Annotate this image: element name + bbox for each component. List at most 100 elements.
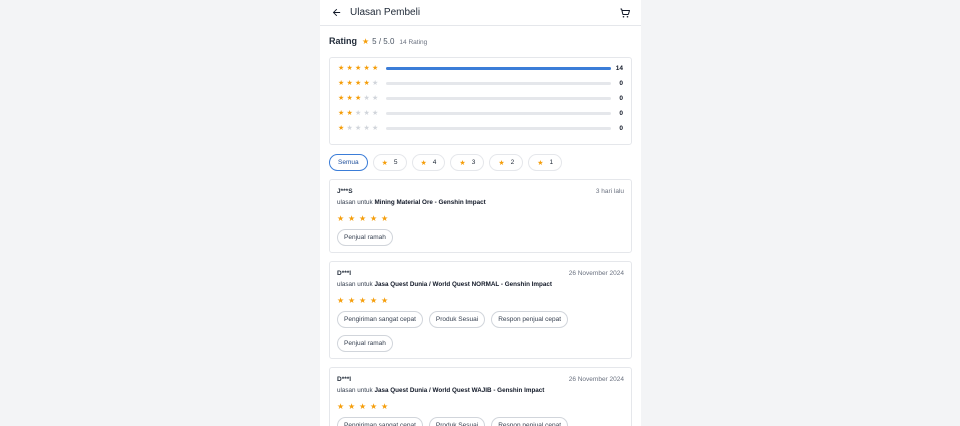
- star-icon: ★: [338, 109, 345, 117]
- filter-chip-label: 5: [393, 159, 398, 166]
- filter-chip-label: 4: [432, 159, 437, 166]
- star-icon: ★: [346, 79, 353, 87]
- review-product: ulasan untuk Jasa Quest Dunia / World Qu…: [337, 387, 624, 396]
- filter-chip-3-star[interactable]: ★ 3: [450, 154, 485, 171]
- star-icon: ★: [338, 64, 345, 72]
- review-tags: Pengiriman sangat cepat Produk Sesuai Resp…: [337, 417, 624, 426]
- star-icon: ★: [370, 296, 378, 305]
- review-tag: Respon penjual cepat: [491, 311, 569, 328]
- review-card: D***I 26 November 2024 ulasan untuk Jasa Q…: [329, 367, 632, 426]
- review-header: D***I 26 November 2024: [337, 268, 624, 278]
- review-page: Ulasan Pembeli Rating ★ 5 / 5.0 14 Ratin…: [320, 0, 641, 426]
- cart-icon[interactable]: [618, 6, 632, 20]
- star-icon: ★: [348, 402, 356, 411]
- distribution-count: 14: [615, 65, 623, 72]
- review-tag: Respon penjual cepat: [491, 417, 569, 426]
- review-product-name[interactable]: Jasa Quest Dunia / World Quest NORMAL - …: [374, 281, 552, 288]
- page-title: Ulasan Pembeli: [350, 7, 421, 18]
- review-tag: Produk Sesuai: [428, 311, 486, 328]
- review-stars: ★ ★ ★ ★ ★: [337, 296, 624, 305]
- star-rating: ★ ★ ★ ★ ★: [338, 65, 382, 73]
- star-icon: ★: [346, 124, 353, 132]
- star-icon: ★: [381, 402, 389, 411]
- star-icon: ★: [363, 124, 370, 132]
- distribution-bar: [386, 67, 611, 70]
- star-icon: ★: [346, 64, 353, 72]
- filter-chip-4-star[interactable]: ★ 4: [411, 154, 446, 171]
- filter-chip-label: 2: [510, 159, 515, 166]
- review-stars: ★ ★ ★ ★ ★: [337, 214, 624, 223]
- star-icon: ★: [370, 402, 378, 411]
- review-product: ulasan untuk Mining Material Ore - Gensh…: [337, 199, 624, 208]
- star-icon: ★: [381, 214, 389, 223]
- filter-chip-all[interactable]: Semua: [329, 154, 368, 171]
- star-icon: ★: [498, 159, 505, 167]
- star-rating: ★ ★ ★ ★ ★: [338, 125, 382, 133]
- star-icon: ★: [372, 94, 379, 102]
- review-list: J***S 3 hari lalu ulasan untuk Mining Mate…: [320, 179, 641, 426]
- distribution-bar: [386, 112, 611, 115]
- review-card: D***I 26 November 2024 ulasan untuk Jasa Q…: [329, 261, 632, 359]
- star-icon: ★: [381, 159, 388, 167]
- review-tag: Penjual ramah: [337, 335, 393, 352]
- rating-summary: Rating ★ 5 / 5.0 14 Rating: [320, 36, 641, 48]
- review-product-name[interactable]: Mining Material Ore - Genshin Impact: [374, 199, 485, 206]
- star-icon: ★: [420, 159, 427, 167]
- review-product-name[interactable]: Jasa Quest Dunia / World Quest WAJIB - G…: [374, 387, 544, 394]
- star-icon: ★: [337, 402, 345, 411]
- app-header: Ulasan Pembeli: [320, 0, 641, 26]
- review-tag: Pengiriman sangat cepat: [337, 311, 423, 328]
- filter-chip-5-star[interactable]: ★ 5: [372, 154, 407, 171]
- star-icon: ★: [372, 124, 379, 132]
- reviewer-name: J***S: [337, 187, 353, 195]
- review-tags: Pengiriman sangat cepat Produk Sesuai Resp…: [337, 311, 624, 352]
- star-icon: ★: [355, 124, 362, 132]
- filter-chip-label: 3: [471, 159, 476, 166]
- distribution-count: 0: [619, 110, 623, 117]
- distribution-row: ★ ★ ★ ★ ★ 0: [338, 106, 623, 121]
- review-tag: Produk Sesuai: [428, 417, 486, 426]
- star-icon: ★: [346, 109, 353, 117]
- distribution-row: ★ ★ ★ ★ ★ 0: [338, 76, 623, 91]
- star-icon: ★: [359, 402, 367, 411]
- star-icon: ★: [338, 124, 345, 132]
- star-icon: ★: [355, 94, 362, 102]
- star-icon: ★: [348, 214, 356, 223]
- star-icon: ★: [372, 64, 379, 72]
- review-tags: Penjual ramah: [337, 229, 624, 246]
- review-product: ulasan untuk Jasa Quest Dunia / World Qu…: [337, 281, 624, 290]
- star-icon: ★: [338, 79, 345, 87]
- star-icon: ★: [372, 79, 379, 87]
- star-icon: ★: [363, 79, 370, 87]
- star-icon: ★: [346, 94, 353, 102]
- review-card: J***S 3 hari lalu ulasan untuk Mining Mate…: [329, 179, 632, 253]
- star-icon: ★: [362, 37, 370, 46]
- review-product-prefix: ulasan untuk: [337, 199, 373, 206]
- review-product-prefix: ulasan untuk: [337, 281, 373, 288]
- filter-chip-label: 1: [549, 159, 554, 166]
- filter-chip-1-star[interactable]: ★ 1: [528, 154, 563, 171]
- review-date: 26 November 2024: [568, 269, 624, 277]
- star-icon: ★: [348, 296, 356, 305]
- rating-label: Rating: [329, 36, 357, 46]
- review-date: 3 hari lalu: [595, 187, 624, 195]
- rating-score: 5 / 5.0: [372, 37, 395, 46]
- star-icon: ★: [459, 159, 466, 167]
- filter-chip-2-star[interactable]: ★ 2: [489, 154, 524, 171]
- distribution-bar: [386, 127, 611, 130]
- distribution-count: 0: [619, 95, 623, 102]
- distribution-row: ★ ★ ★ ★ ★ 14: [338, 61, 623, 76]
- star-icon: ★: [537, 159, 544, 167]
- review-date: 26 November 2024: [568, 375, 624, 383]
- star-icon: ★: [363, 109, 370, 117]
- distribution-row: ★ ★ ★ ★ ★ 0: [338, 91, 623, 106]
- review-tag: Pengiriman sangat cepat: [337, 417, 423, 426]
- review-product-prefix: ulasan untuk: [337, 387, 373, 394]
- star-icon: ★: [370, 214, 378, 223]
- distribution-bar: [386, 82, 611, 85]
- review-tag: Penjual ramah: [337, 229, 393, 246]
- distribution-count: 0: [619, 80, 623, 87]
- reviewer-name: D***I: [337, 375, 352, 383]
- arrow-left-icon[interactable]: [329, 6, 343, 20]
- distribution-count: 0: [619, 125, 623, 132]
